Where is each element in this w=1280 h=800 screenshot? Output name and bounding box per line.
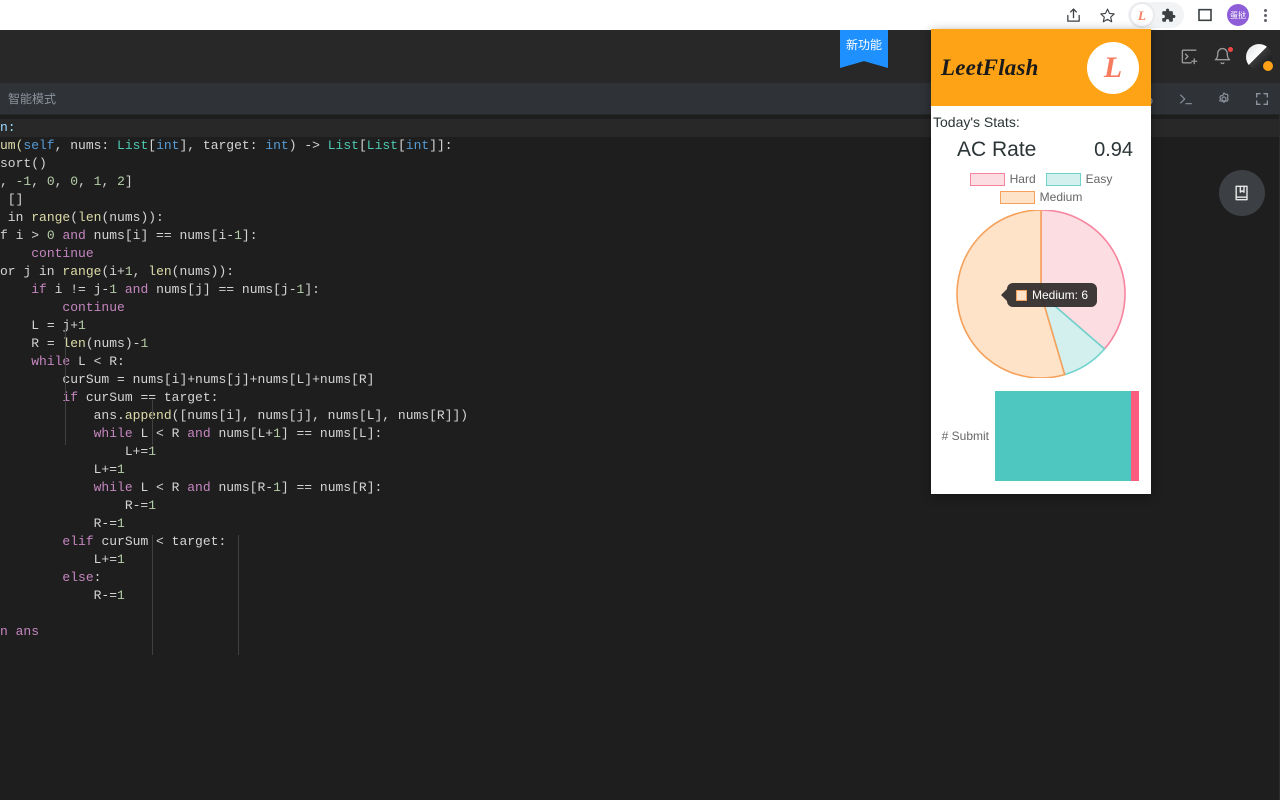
ac-rate-label: AC Rate [957,138,1037,161]
legend-item[interactable]: Hard [969,172,1036,186]
leetflash-logo-letter: L [1103,50,1123,84]
navbar-actions [1180,30,1274,83]
leetflash-popup: LeetFlash L Today's Stats: AC Rate 0.94 … [931,29,1151,494]
indent-guide [238,535,239,655]
extension-pill: L [1128,2,1184,28]
legend-item[interactable]: Easy [1045,172,1113,186]
share-icon[interactable] [1059,1,1087,29]
legend-item[interactable]: Medium [931,190,1151,204]
code-line: elif curSum < target: [62,534,227,549]
stats-title: Today's Stats: [933,114,1020,130]
popup-brand-title: LeetFlash [941,54,1039,80]
leetflash-extension-letter: L [1138,7,1146,23]
editor-subbar-actions [1140,83,1270,115]
ac-rate-value: 0.94 [1094,139,1133,161]
new-feature-badge[interactable]: 新功能 [840,30,888,68]
pie-legend: Hard Easy Medium [931,172,1151,204]
avatar-status-badge [1262,59,1274,72]
indent-guide [152,535,153,655]
ac-rate-row: AC Rate 0.94 [931,138,1151,162]
legend-label: Hard [1009,172,1036,186]
bar-segment[interactable] [1131,391,1139,481]
indent-guide [65,328,66,445]
tooltip-text: Medium: 6 [1032,288,1089,302]
code-line: n ans [0,624,40,639]
notifications-bell-icon[interactable] [1213,46,1234,66]
console-add-icon[interactable] [1180,47,1199,66]
popup-header: LeetFlash L [931,29,1151,106]
browser-menu-icon[interactable] [1256,8,1274,22]
code-line: R-=1 [124,498,157,513]
pie-tooltip: Medium: 6 [1007,283,1098,307]
notebook-icon[interactable] [1219,170,1265,216]
code-line: R-=1 [93,516,125,531]
profile-avatar[interactable]: 蛋挞 [1227,4,1249,26]
submit-bar-chart[interactable]: # Submit [931,386,1151,486]
submit-bar-label: # Submit [941,429,989,443]
legend-swatch-icon [1045,172,1081,186]
bar-segment[interactable] [995,391,1131,481]
sidepanel-icon[interactable] [1191,1,1219,29]
editor-mode-label: 智能模式 [8,92,57,106]
extensions-puzzle-icon[interactable] [1157,4,1179,26]
submit-bar-track [995,391,1139,481]
code-line: else: [62,570,102,585]
notification-dot [1227,46,1234,53]
tooltip-swatch-icon [1016,289,1027,301]
bookmark-star-icon[interactable] [1093,1,1121,29]
legend-swatch-icon [969,172,1005,186]
settings-gear-icon[interactable] [1216,91,1232,107]
difficulty-pie-chart[interactable]: Medium: 6 [931,209,1151,379]
leetflash-logo-icon: L [1087,41,1139,94]
legend-label: Medium [1039,190,1083,204]
code-line: L+=1 [93,552,125,567]
user-avatar[interactable] [1246,43,1274,72]
console-icon[interactable] [1178,91,1194,107]
legend-label: Easy [1085,172,1113,186]
indent-guide [152,400,153,445]
browser-toolbar: L 蛋挞 [0,0,1280,30]
code-line: R-=1 [93,588,125,603]
fullscreen-icon[interactable] [1254,91,1270,107]
legend-swatch-icon [999,190,1035,204]
leetflash-extension-icon[interactable]: L [1131,4,1153,26]
